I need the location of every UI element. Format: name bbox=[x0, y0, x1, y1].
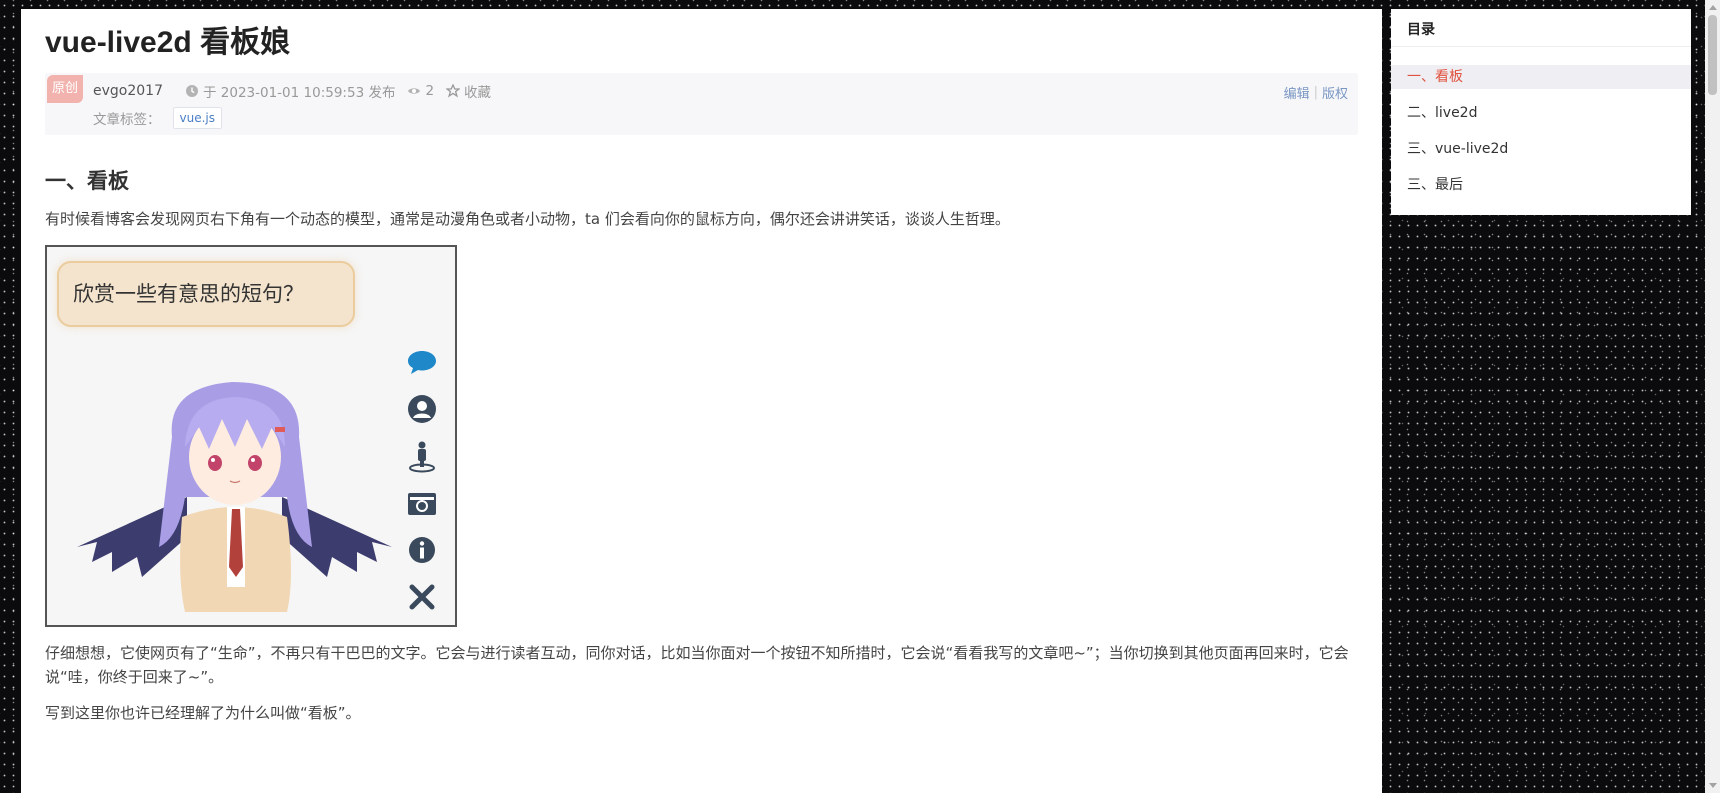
article-meta: 原创 evgo2017 于 2023-01-01 10:59:53 发布 2 收… bbox=[45, 73, 1358, 135]
meta-actions: 编辑 | 版权 bbox=[1284, 83, 1348, 102]
camera-icon[interactable] bbox=[405, 486, 439, 520]
right-eye bbox=[248, 455, 262, 471]
tags-label: 文章标签： bbox=[93, 112, 161, 128]
eye-highlight bbox=[211, 458, 215, 462]
mascot-character bbox=[77, 382, 392, 612]
paragraph: 写到这里你也许已经理解了为什么叫做“看板”。 bbox=[45, 704, 361, 722]
close-icon[interactable] bbox=[405, 580, 439, 614]
user-icon[interactable] bbox=[405, 392, 439, 426]
chat-icon[interactable] bbox=[405, 345, 439, 379]
publish-time: 于 2023-01-01 10:59:53 发布 bbox=[185, 81, 395, 101]
favorite-label: 收藏 bbox=[464, 85, 492, 101]
live2d-figure: 欣赏一些有意思的短句？ bbox=[45, 245, 457, 627]
toc-item-live2d[interactable]: 二、live2d bbox=[1391, 101, 1691, 125]
view-count: 2 bbox=[407, 83, 434, 99]
eye-highlight bbox=[251, 458, 255, 462]
eye-icon bbox=[408, 88, 421, 94]
article-title: vue-live2d 看板娘 bbox=[45, 26, 291, 59]
author-link[interactable]: evgo2017 bbox=[93, 83, 163, 99]
section-heading: 一、看板 bbox=[45, 169, 129, 193]
toc-list: 一、看板 二、live2d 三、vue-live2d 三、最后 bbox=[1391, 65, 1691, 197]
left-eye bbox=[208, 455, 222, 471]
paragraph: 仔细想想，它使网页有了“生命”，不再只有干巴巴的文字。它会与进行读者互动，同你对… bbox=[45, 644, 1349, 686]
clock-icon bbox=[185, 85, 198, 97]
speech-bubble: 欣赏一些有意思的短句？ bbox=[57, 261, 355, 327]
tag-vuejs[interactable]: vue.js bbox=[172, 107, 222, 129]
publish-time-text: 于 2023-01-01 10:59:53 发布 bbox=[202, 85, 396, 101]
favorite-button[interactable]: 收藏 bbox=[446, 81, 491, 101]
divider: | bbox=[1313, 85, 1318, 100]
scroll-down-arrow-icon[interactable] bbox=[1709, 783, 1717, 788]
scroll-thumb[interactable] bbox=[1708, 15, 1717, 95]
info-icon[interactable] bbox=[405, 533, 439, 567]
toc-item-vue-live2d[interactable]: 三、vue-live2d bbox=[1391, 137, 1691, 161]
view-count-text: 2 bbox=[425, 83, 435, 99]
article-body: 仔细想想，它使网页有了“生命”，不再只有干巴巴的文字。它会与进行读者互动，同你对… bbox=[45, 641, 1358, 725]
paragraph: 有时候看博客会发现网页右下角有一个动态的模型，通常是动漫角色或者小动物，ta 们… bbox=[45, 210, 1010, 228]
live2d-toolbar bbox=[405, 345, 439, 625]
original-badge: 原创 bbox=[47, 75, 83, 103]
copyright-link[interactable]: 版权 bbox=[1322, 83, 1348, 102]
edit-link[interactable]: 编辑 bbox=[1284, 83, 1310, 102]
article-main: vue-live2d 看板娘 原创 evgo2017 于 2023-01-01 … bbox=[21, 9, 1382, 793]
hairclip bbox=[275, 427, 285, 432]
tags-row: 文章标签： vue.js bbox=[93, 107, 222, 129]
star-icon bbox=[446, 84, 461, 98]
figure-icon[interactable] bbox=[405, 439, 439, 473]
toc-title: 目录 bbox=[1391, 9, 1691, 47]
toc-item-last[interactable]: 三、最后 bbox=[1391, 173, 1691, 197]
toc-item-kanban[interactable]: 一、看板 bbox=[1391, 65, 1691, 89]
table-of-contents: 目录 一、看板 二、live2d 三、vue-live2d 三、最后 bbox=[1391, 9, 1691, 215]
page-scrollbar[interactable] bbox=[1705, 0, 1720, 793]
scroll-up-arrow-icon[interactable] bbox=[1709, 5, 1717, 10]
meta-row: evgo2017 于 2023-01-01 10:59:53 发布 2 收藏 bbox=[93, 81, 503, 101]
